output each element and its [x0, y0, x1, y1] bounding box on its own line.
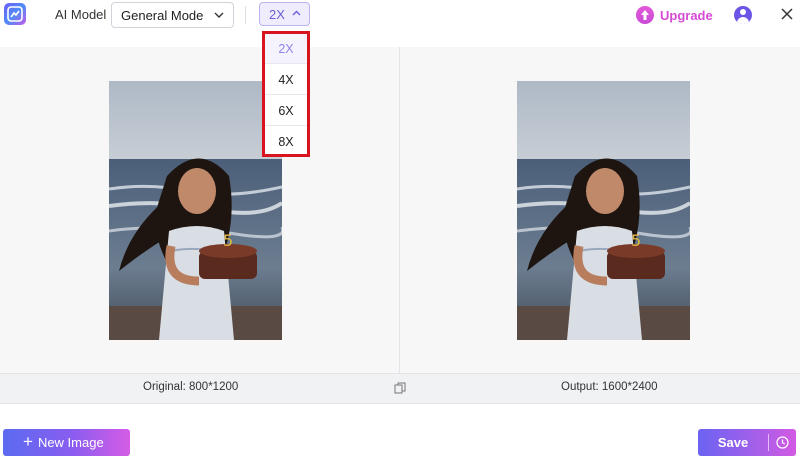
panel-divider	[399, 47, 400, 404]
mode-select-value: General Mode	[121, 8, 204, 23]
save-button-group: Save	[698, 429, 796, 456]
plus-icon: +	[23, 432, 33, 451]
history-button[interactable]	[769, 429, 796, 456]
scale-select[interactable]: 2X	[259, 2, 310, 26]
close-icon[interactable]	[780, 7, 794, 21]
scale-option-4x[interactable]: 4X	[265, 65, 307, 95]
new-image-button[interactable]: + New Image	[3, 429, 130, 456]
ai-model-label: AI Model	[55, 7, 107, 22]
chevron-up-icon	[292, 10, 301, 16]
clock-icon	[776, 436, 789, 449]
chevron-down-icon	[214, 12, 224, 18]
copy-compare-icon[interactable]	[394, 382, 406, 394]
svg-text:5: 5	[223, 231, 233, 250]
upgrade-arrow-icon	[636, 6, 654, 24]
original-image: 5	[109, 81, 282, 340]
upgrade-label: Upgrade	[660, 7, 713, 23]
output-image: 5	[517, 81, 690, 340]
mode-select[interactable]: General Mode	[111, 2, 234, 28]
user-avatar-icon[interactable]	[734, 6, 752, 24]
scale-dropdown-menu: 2X 4X 6X 8X	[262, 31, 310, 157]
upgrade-button[interactable]: Upgrade	[636, 5, 713, 25]
save-button[interactable]: Save	[698, 429, 768, 456]
toolbar-divider	[245, 6, 246, 24]
svg-text:5: 5	[631, 231, 641, 250]
scale-option-6x[interactable]: 6X	[265, 96, 307, 126]
app-logo-icon	[4, 3, 26, 25]
original-size-label: Original: 800*1200	[143, 381, 239, 393]
top-toolbar: AI Model General Mode 2X Upgrade	[0, 0, 800, 30]
scale-option-8x[interactable]: 8X	[265, 127, 307, 157]
new-image-label: New Image	[37, 435, 104, 450]
scale-select-value: 2X	[269, 7, 285, 22]
output-size-label: Output: 1600*2400	[561, 381, 658, 393]
save-label: Save	[717, 435, 749, 450]
scale-option-2x[interactable]: 2X	[265, 34, 307, 64]
